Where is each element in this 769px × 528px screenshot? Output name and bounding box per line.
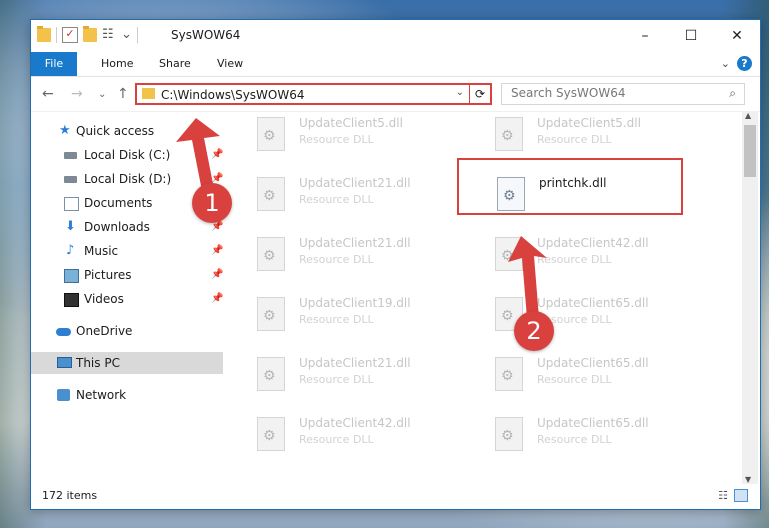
step-2-badge: 2 (514, 311, 554, 351)
arrow-2 (508, 236, 547, 318)
step-1-badge: 1 (192, 183, 232, 223)
annotation-arrows (176, 118, 547, 318)
